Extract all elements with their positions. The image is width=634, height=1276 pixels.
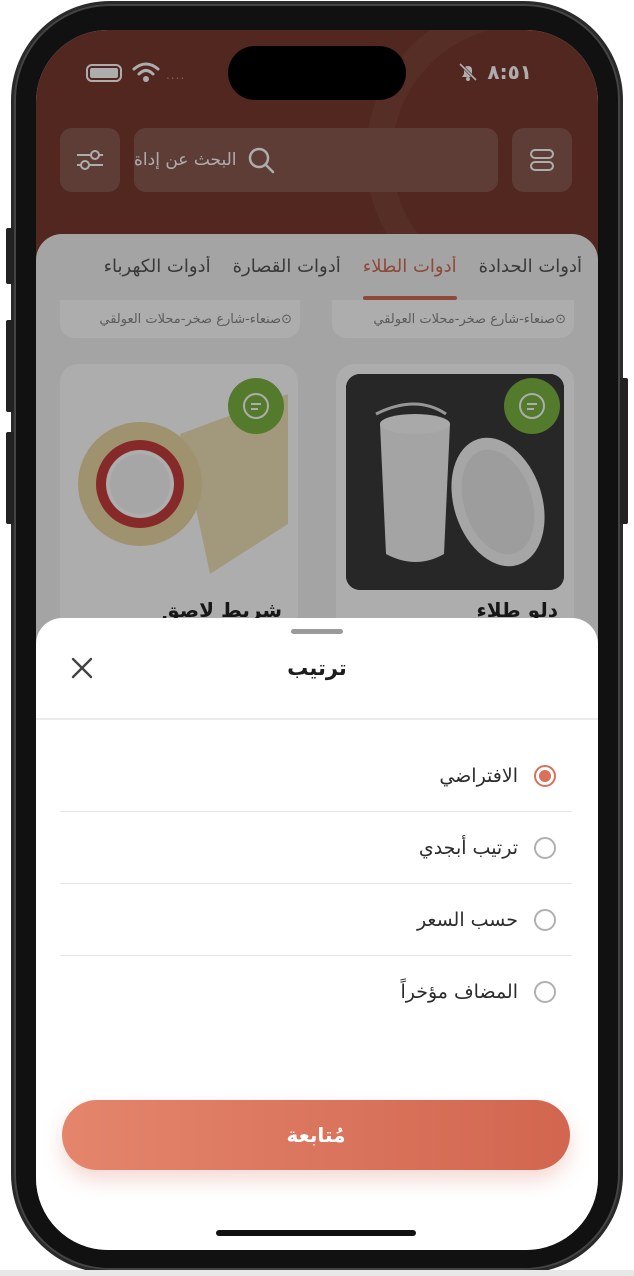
radio-button[interactable] — [534, 764, 556, 787]
sheet-title: ترتيب — [287, 656, 347, 680]
radio-button[interactable] — [534, 981, 556, 1003]
sort-option-alphabetical[interactable]: ترتيب أبجدي — [60, 812, 572, 884]
option-label: حسب السعر — [416, 908, 518, 931]
sort-option-default[interactable]: الافتراضي — [60, 740, 572, 812]
side-button-power — [620, 378, 628, 524]
sheet-handle[interactable] — [291, 629, 343, 634]
divider — [36, 718, 598, 720]
radio-button[interactable] — [534, 908, 556, 931]
screen: .... ٨:٥١ البحث عن إداة أدوات الحدادة أد… — [36, 30, 598, 1250]
option-label: الافتراضي — [439, 764, 518, 787]
sort-option-recent[interactable]: المضاف مؤخراً — [60, 956, 572, 1028]
option-label: المضاف مؤخراً — [400, 981, 518, 1003]
side-button-action — [6, 228, 14, 284]
bottom-edge — [0, 1270, 634, 1276]
radio-button[interactable] — [534, 836, 556, 859]
sort-option-price[interactable]: حسب السعر — [60, 884, 572, 956]
home-indicator[interactable] — [216, 1230, 416, 1236]
continue-button[interactable]: مُتابعة — [62, 1100, 570, 1170]
side-button-volume-up — [6, 320, 14, 412]
side-button-volume-down — [6, 432, 14, 524]
option-label: ترتيب أبجدي — [418, 836, 518, 859]
sort-bottom-sheet: ترتيب الافتراضي ترتيب أبجدي حسب السعر ال… — [36, 618, 598, 1250]
